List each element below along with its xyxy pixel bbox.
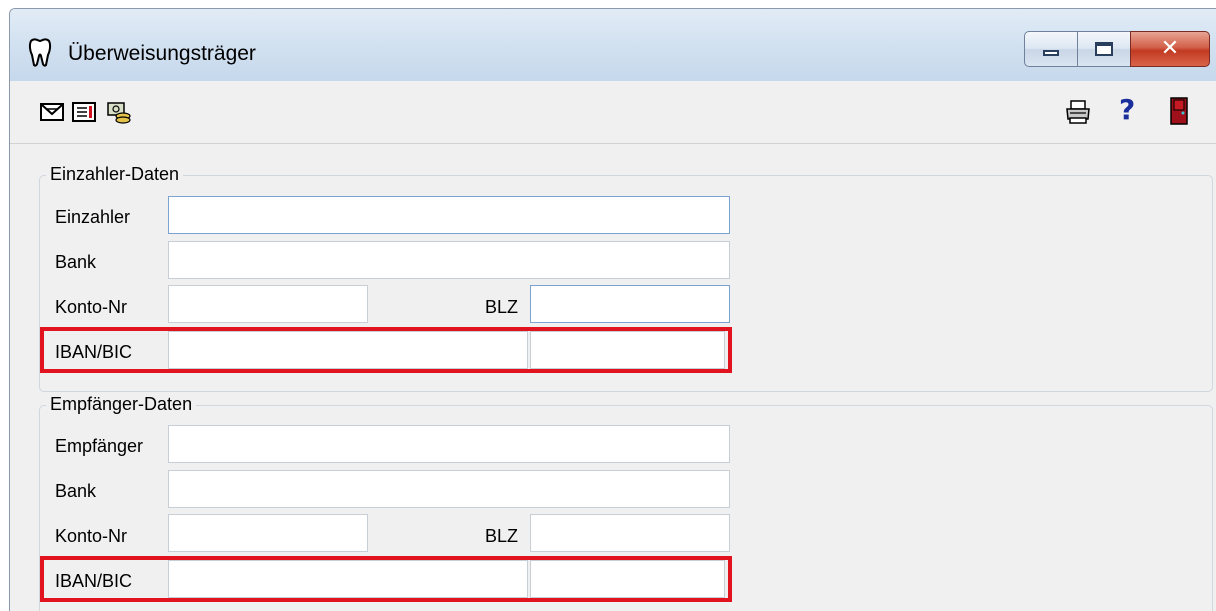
recipient-group-title: Empfänger-Daten bbox=[46, 392, 197, 416]
window-controls: ✕ bbox=[1024, 31, 1210, 69]
recipient-account-label: Konto-Nr bbox=[55, 526, 128, 546]
payer-bank-label: Bank bbox=[55, 252, 97, 272]
minimize-icon bbox=[1043, 50, 1059, 56]
close-icon: ✕ bbox=[1160, 36, 1180, 61]
recipient-blz-label: BLZ bbox=[485, 526, 519, 546]
payer-name-label: Einzahler bbox=[55, 207, 131, 227]
maximize-icon bbox=[1095, 42, 1113, 56]
maximize-button[interactable] bbox=[1077, 31, 1131, 67]
recipient-iban-highlight bbox=[40, 556, 732, 602]
tooth-icon bbox=[28, 38, 52, 67]
toolbar: ? bbox=[10, 81, 1216, 144]
recipient-bank-field[interactable] bbox=[168, 470, 730, 508]
printer-icon[interactable] bbox=[1064, 99, 1092, 125]
envelope-icon[interactable] bbox=[40, 101, 64, 123]
payer-account-field[interactable] bbox=[168, 285, 368, 323]
payer-name-field[interactable] bbox=[168, 196, 730, 234]
transfer-form-window: Überweisungsträger ✕ ? Einzahler-Daten E… bbox=[9, 8, 1216, 611]
window-title: Überweisungsträger bbox=[68, 42, 256, 65]
recipient-blz-field[interactable] bbox=[530, 514, 730, 552]
minimize-button[interactable] bbox=[1024, 31, 1078, 67]
document-icon[interactable] bbox=[72, 101, 96, 123]
payer-blz-label: BLZ bbox=[485, 297, 519, 317]
payer-bank-field[interactable] bbox=[168, 241, 730, 279]
recipient-name-label: Empfänger bbox=[55, 436, 144, 456]
exit-door-icon[interactable] bbox=[1170, 97, 1188, 125]
close-button[interactable]: ✕ bbox=[1130, 31, 1210, 67]
money-icon[interactable] bbox=[106, 101, 132, 125]
title-bar[interactable]: Überweisungsträger ✕ bbox=[10, 9, 1216, 81]
recipient-account-field[interactable] bbox=[168, 514, 368, 552]
help-icon[interactable]: ? bbox=[1119, 95, 1135, 125]
payer-group-title: Einzahler-Daten bbox=[46, 162, 184, 186]
payer-iban-highlight bbox=[40, 327, 732, 373]
payer-blz-field[interactable] bbox=[530, 285, 730, 323]
recipient-name-field[interactable] bbox=[168, 425, 730, 463]
payer-account-label: Konto-Nr bbox=[55, 297, 128, 317]
recipient-bank-label: Bank bbox=[55, 481, 97, 501]
